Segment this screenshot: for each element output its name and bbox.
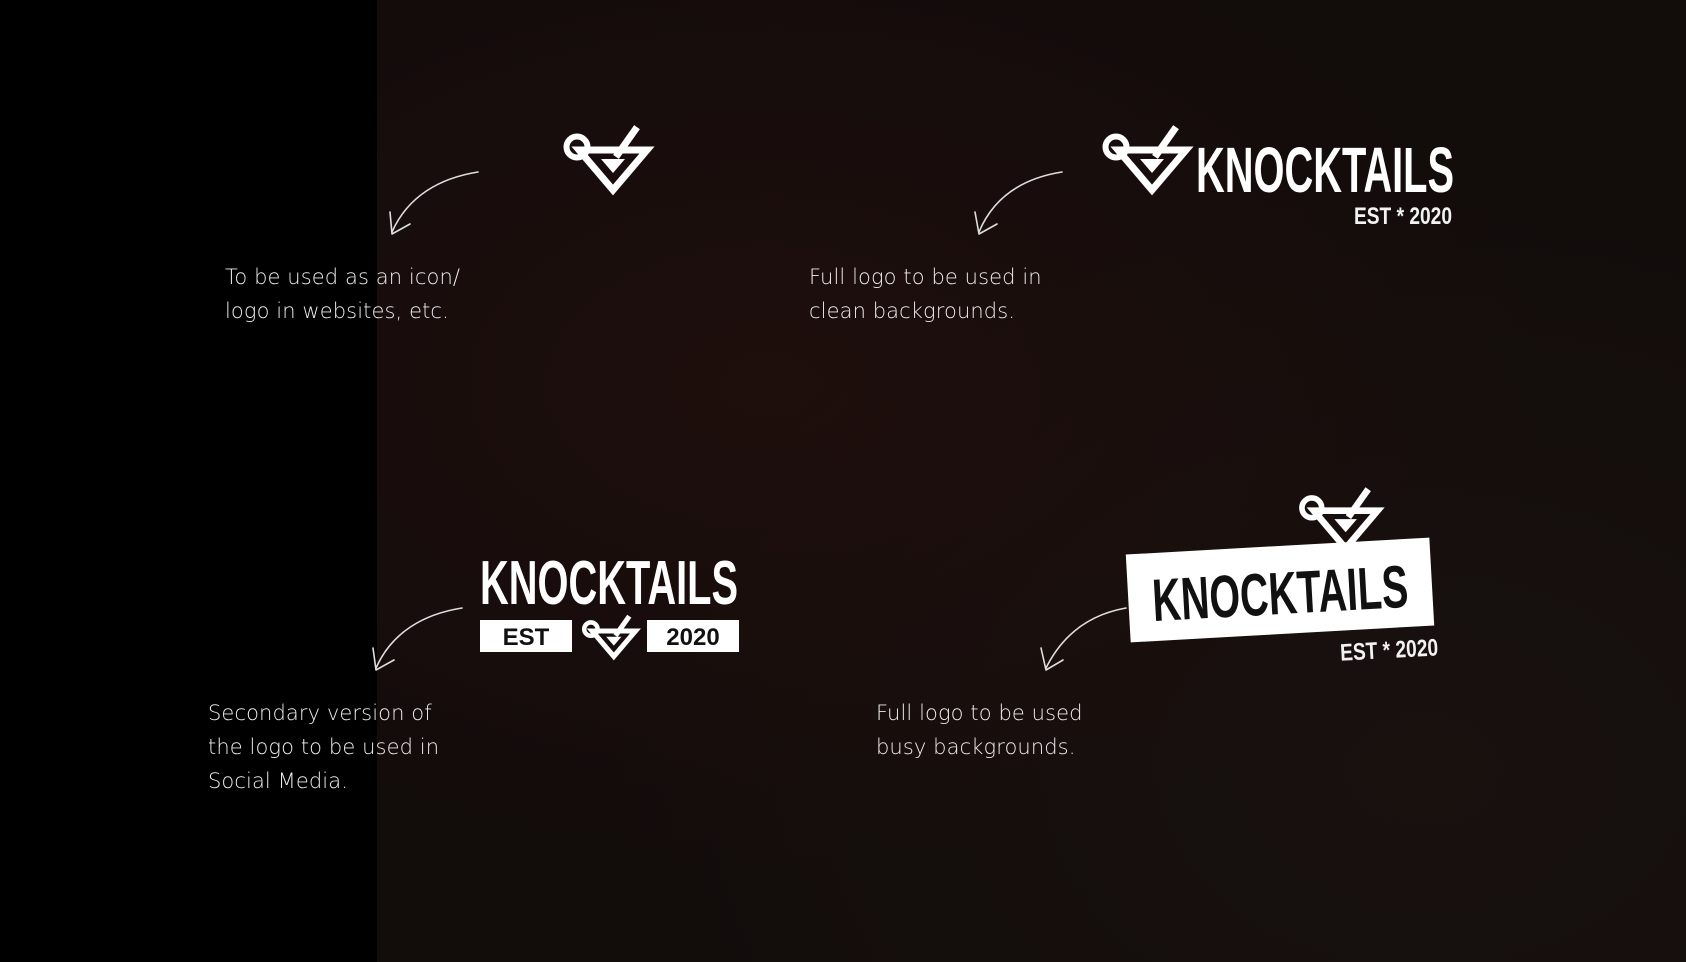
hand-drawn-arrow-icon: [372, 607, 463, 671]
secondary-logo-caption: Secondary version of the logo to be used…: [208, 696, 439, 798]
full-logo-clean-caption: Full logo to be used in clean background…: [809, 260, 1042, 328]
brand-name: KNOCKTAILS: [1151, 553, 1410, 634]
est-badge: EST: [480, 620, 572, 652]
brand-name: KNOCKTAILS: [1196, 134, 1454, 206]
cocktail-glass-icon: [563, 125, 655, 196]
icon-caption: To be used as an icon/ logo in websites,…: [225, 260, 460, 328]
caption-line: Secondary version of: [208, 701, 432, 725]
caption-line: logo in websites, etc.: [225, 299, 449, 323]
cocktail-glass-icon: [1102, 125, 1194, 196]
badge-year-label: 2020: [666, 624, 719, 651]
caption-line: Social Media.: [208, 769, 348, 793]
hand-drawn-arrow-icon: [974, 171, 1063, 235]
tagline: EST * 2020: [1339, 634, 1438, 666]
knocktails-label-plate: KNOCKTAILS: [1125, 537, 1435, 643]
caption-line: Full logo to be used in: [809, 265, 1042, 289]
caption-line: Full logo to be used: [876, 701, 1083, 725]
caption-line: busy backgrounds.: [876, 735, 1076, 759]
cocktail-glass-icon: [582, 614, 641, 661]
full-logo-busy-caption: Full logo to be used busy backgrounds.: [876, 696, 1083, 764]
tagline-plate: EST * 2020: [1339, 634, 1438, 666]
knocktails-wordmark: KNOCKTAILS: [480, 549, 738, 618]
hand-drawn-arrow-icon: [1040, 607, 1127, 671]
caption-line: the logo to be used in: [208, 735, 440, 759]
hand-drawn-arrow-icon: [389, 171, 479, 235]
caption-line: clean backgrounds.: [809, 299, 1016, 323]
brand-name: KNOCKTAILS: [480, 549, 738, 618]
badge-est-label: EST: [503, 624, 550, 651]
caption-line: To be used as an icon/: [225, 265, 461, 289]
year-badge: 2020: [647, 620, 739, 652]
tagline: EST * 2020: [1354, 203, 1452, 230]
knocktails-wordmark: KNOCKTAILS EST * 2020: [1196, 134, 1454, 230]
